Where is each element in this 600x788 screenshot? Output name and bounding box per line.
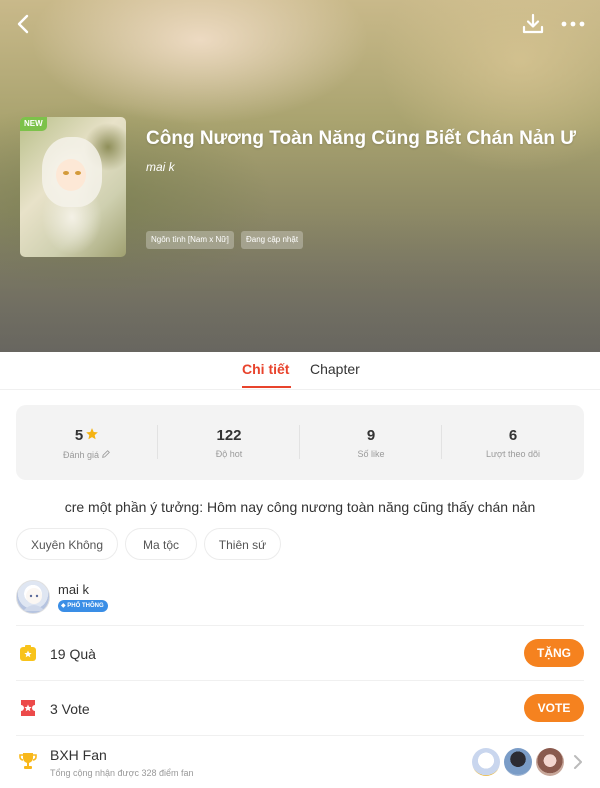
genre-chip[interactable]: Thiên sứ <box>204 528 281 560</box>
more-dots-icon <box>561 21 585 27</box>
rating-value: 5 <box>74 427 84 444</box>
stat-hot: 122 Độ hot <box>158 405 300 480</box>
followers-label: Lượt theo dõi <box>486 449 540 459</box>
download-button[interactable] <box>521 12 545 36</box>
story-description: cre một phần ý tưởng: Hôm nay công nương… <box>64 499 536 515</box>
author-name[interactable]: mai k <box>58 582 89 597</box>
hot-value: 122 <box>216 427 242 444</box>
fan-avatar[interactable] <box>504 748 532 776</box>
fan-avatar[interactable] <box>472 748 500 776</box>
tab-detail[interactable]: Chi tiết <box>242 361 289 377</box>
download-icon <box>522 13 544 34</box>
stats-card: 5 Đánh giá 122 Độ hot 9 Số like 6 Lượt t… <box>16 405 584 480</box>
genre-chip[interactable]: Ma tộc <box>125 528 197 560</box>
status-tag: Đang cập nhật <box>241 231 304 249</box>
stat-followers: 6 Lượt theo dõi <box>442 405 584 480</box>
story-author[interactable]: mai k <box>146 160 175 174</box>
detail-tabs: Chi tiết Chapter <box>0 352 600 390</box>
gift-icon <box>20 645 36 661</box>
fan-avatar[interactable] <box>536 748 564 776</box>
more-options-button[interactable] <box>560 12 586 36</box>
genre-chip[interactable]: Xuyên Không <box>16 528 118 560</box>
author-level-text: PHỔ THÔNG <box>67 603 104 609</box>
trophy-icon <box>19 753 37 769</box>
story-title: Công Nương Toàn Năng Cũng Biết Chán Nản … <box>146 128 577 149</box>
pencil-icon <box>102 450 110 458</box>
author-avatar[interactable] <box>16 580 50 614</box>
likes-label: Số like <box>357 449 385 459</box>
vote-count: 3 Vote <box>50 701 90 717</box>
back-button[interactable] <box>12 12 36 36</box>
chevron-right-icon[interactable] <box>572 754 584 770</box>
vote-button[interactable]: VOTE <box>524 694 584 722</box>
story-cover-image[interactable] <box>20 117 126 257</box>
star-icon <box>86 428 99 440</box>
author-level-badge: ◆ PHỔ THÔNG <box>58 600 108 612</box>
likes-value: 9 <box>366 427 376 444</box>
tab-chapter[interactable]: Chapter <box>310 361 360 377</box>
followers-value: 6 <box>508 427 518 444</box>
give-gift-button[interactable]: TẶNG <box>524 639 584 667</box>
active-tab-indicator <box>242 386 291 388</box>
chevron-left-icon <box>17 14 29 34</box>
stat-rating[interactable]: 5 Đánh giá <box>16 405 158 480</box>
new-badge: NEW <box>20 117 47 131</box>
rating-label: Đánh giá <box>62 450 100 460</box>
vote-ticket-icon <box>21 700 35 716</box>
fan-ranking-title[interactable]: BXH Fan <box>50 747 107 763</box>
stat-likes: 9 Số like <box>300 405 442 480</box>
hot-label: Độ hot <box>215 449 243 459</box>
category-tag: Ngôn tình [Nam x Nữ] <box>146 231 234 249</box>
gift-count: 19 Quà <box>50 646 96 662</box>
fan-ranking-subtitle: Tổng cộng nhận được 328 điểm fan <box>50 768 194 778</box>
